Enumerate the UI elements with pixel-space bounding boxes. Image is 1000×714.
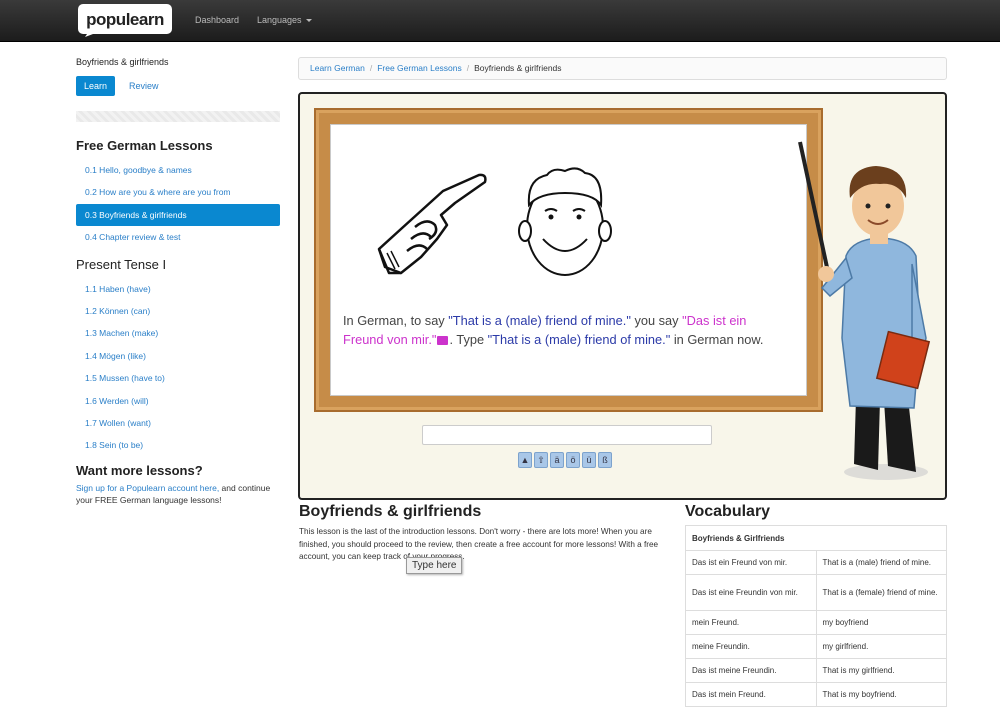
vocab-german: meine Freundin. bbox=[685, 634, 817, 659]
sidebar-item-lesson-0-4[interactable]: 0.4 Chapter review & test bbox=[76, 226, 280, 248]
vocabulary-heading: Vocabulary bbox=[685, 503, 771, 520]
svg-text:populearn: populearn bbox=[86, 10, 164, 29]
audio-icon[interactable] bbox=[437, 336, 449, 345]
group-heading-free-german: Free German Lessons bbox=[76, 138, 213, 153]
table-row: mein Freund. my boyfriend bbox=[685, 610, 947, 635]
table-row: Das ist meine Freundin. That is my girlfr… bbox=[685, 658, 947, 683]
sidebar-item-lesson-1-7[interactable]: 1.7 Wollen (want) bbox=[76, 412, 280, 434]
vocab-english: That is my girlfriend. bbox=[815, 658, 947, 683]
key-o-umlaut[interactable]: ö bbox=[566, 452, 580, 468]
top-navbar: populearn Dashboard Languages bbox=[0, 0, 1000, 42]
lesson-prompt: In German, to say "That is a (male) frie… bbox=[343, 311, 783, 349]
key-eszett[interactable]: ß bbox=[598, 452, 612, 468]
teacher-illustration bbox=[798, 141, 931, 480]
sidebar-item-lesson-1-8[interactable]: 1.8 Sein (to be) bbox=[76, 434, 280, 456]
breadcrumb-separator: / bbox=[466, 63, 470, 73]
vocabulary-table-title: Boyfriends & Girlfriends bbox=[685, 525, 947, 551]
breadcrumb: Learn German / Free German Lessons / Boyfrie… bbox=[298, 57, 947, 80]
lesson-heading: Boyfriends & girlfriends bbox=[299, 503, 482, 520]
pointing-hand-illustration bbox=[377, 173, 487, 275]
vocab-german: Das ist ein Freund von mir. bbox=[685, 550, 817, 575]
divider-stripe bbox=[76, 111, 280, 122]
populearn-logo[interactable]: populearn bbox=[77, 3, 173, 37]
lesson-description: This lesson is the last of the introduct… bbox=[299, 527, 659, 561]
sidebar-item-lesson-1-3[interactable]: 1.3 Machen (make) bbox=[76, 322, 280, 344]
smiling-face-illustration bbox=[518, 167, 612, 276]
prompt-text: you say bbox=[630, 313, 683, 328]
prompt-text: . Type bbox=[449, 332, 488, 347]
sidebar-item-lesson-1-6[interactable]: 1.6 Werden (will) bbox=[76, 390, 280, 412]
nav-dashboard-link[interactable]: Dashboard bbox=[195, 15, 239, 25]
special-characters-toolbar: ▲ ⇧ ä ö ü ß bbox=[518, 452, 612, 468]
sidebar-item-lesson-0-3[interactable]: 0.3 Boyfriends & girlfriends bbox=[76, 203, 280, 227]
sidebar-item-lesson-0-2[interactable]: 0.2 How are you & where are you from bbox=[76, 181, 280, 203]
signup-link[interactable]: Sign up for a Populearn account here, bbox=[76, 483, 219, 493]
chalkboard-frame: In German, to say "That is a (male) frie… bbox=[314, 108, 823, 412]
breadcrumb-learn-german[interactable]: Learn German bbox=[310, 63, 365, 73]
table-row: Das ist eine Freundin von mir. That is a … bbox=[685, 574, 947, 611]
vocabulary-table: Boyfriends & Girlfriends Das ist ein Fre… bbox=[685, 525, 947, 707]
shift-icon[interactable]: ⇧ bbox=[534, 452, 548, 468]
key-a-umlaut[interactable]: ä bbox=[550, 452, 564, 468]
vocab-english: my girlfriend. bbox=[815, 634, 947, 659]
sidebar-title: Boyfriends & girlfriends bbox=[76, 57, 169, 67]
vocab-english: That is a (male) friend of mine. bbox=[815, 550, 947, 575]
more-lessons-text: Sign up for a Populearn account here, an… bbox=[76, 482, 280, 507]
table-row: Das ist ein Freund von mir. That is a (ma… bbox=[685, 550, 947, 575]
sidebar: Boyfriends & girlfriends Learn Review Fr… bbox=[76, 57, 280, 507]
vocab-english: That is a (female) friend of mine. bbox=[815, 574, 947, 611]
key-u-umlaut[interactable]: ü bbox=[582, 452, 596, 468]
breadcrumb-current: Boyfriends & girlfriends bbox=[474, 63, 562, 73]
lesson-panel: In German, to say "That is a (male) frie… bbox=[298, 92, 947, 500]
nav-languages-label: Languages bbox=[257, 15, 302, 25]
sidebar-item-lesson-1-2[interactable]: 1.2 Können (can) bbox=[76, 300, 280, 322]
nav-languages-dropdown[interactable]: Languages bbox=[257, 15, 312, 25]
type-here-tooltip: Type here bbox=[406, 557, 463, 574]
vocab-german: Das ist mein Freund. bbox=[685, 682, 817, 707]
group-heading-present-tense: Present Tense I bbox=[76, 256, 167, 272]
sidebar-item-lesson-1-5[interactable]: 1.5 Mussen (have to) bbox=[76, 367, 280, 389]
more-lessons-heading: Want more lessons? bbox=[76, 462, 203, 478]
question-phrase-repeat: "That is a (male) friend of mine." bbox=[487, 332, 671, 347]
tab-learn[interactable]: Learn bbox=[76, 76, 116, 96]
vocab-english: That is my boyfriend. bbox=[815, 682, 947, 707]
prompt-text: in German now. bbox=[670, 332, 764, 347]
vocab-german: Das ist eine Freundin von mir. bbox=[685, 574, 817, 611]
tab-review[interactable]: Review bbox=[121, 76, 167, 96]
vocab-german: mein Freund. bbox=[685, 610, 817, 635]
answer-input[interactable] bbox=[422, 425, 712, 445]
prompt-text: In German, to say bbox=[343, 313, 449, 328]
vocab-german: Das ist meine Freundin. bbox=[685, 658, 817, 683]
sidebar-item-lesson-1-1[interactable]: 1.1 Haben (have) bbox=[76, 278, 280, 300]
question-phrase: "That is a (male) friend of mine." bbox=[448, 313, 631, 328]
sidebar-item-lesson-1-4[interactable]: 1.4 Mögen (like) bbox=[76, 345, 280, 367]
breadcrumb-separator: / bbox=[369, 63, 373, 73]
table-row: Das ist mein Freund. That is my boyfriend… bbox=[685, 682, 947, 707]
keyboard-toggle-icon[interactable]: ▲ bbox=[518, 452, 532, 468]
chevron-down-icon bbox=[305, 19, 312, 23]
sidebar-item-lesson-0-1[interactable]: 0.1 Hello, goodbye & names bbox=[76, 159, 280, 181]
table-row: meine Freundin. my girlfriend. bbox=[685, 634, 947, 659]
vocab-english: my boyfriend bbox=[815, 610, 947, 635]
breadcrumb-free-lessons[interactable]: Free German Lessons bbox=[377, 63, 462, 73]
whiteboard: In German, to say "That is a (male) frie… bbox=[330, 124, 807, 396]
learn-review-tabs: Learn Review bbox=[76, 76, 280, 96]
